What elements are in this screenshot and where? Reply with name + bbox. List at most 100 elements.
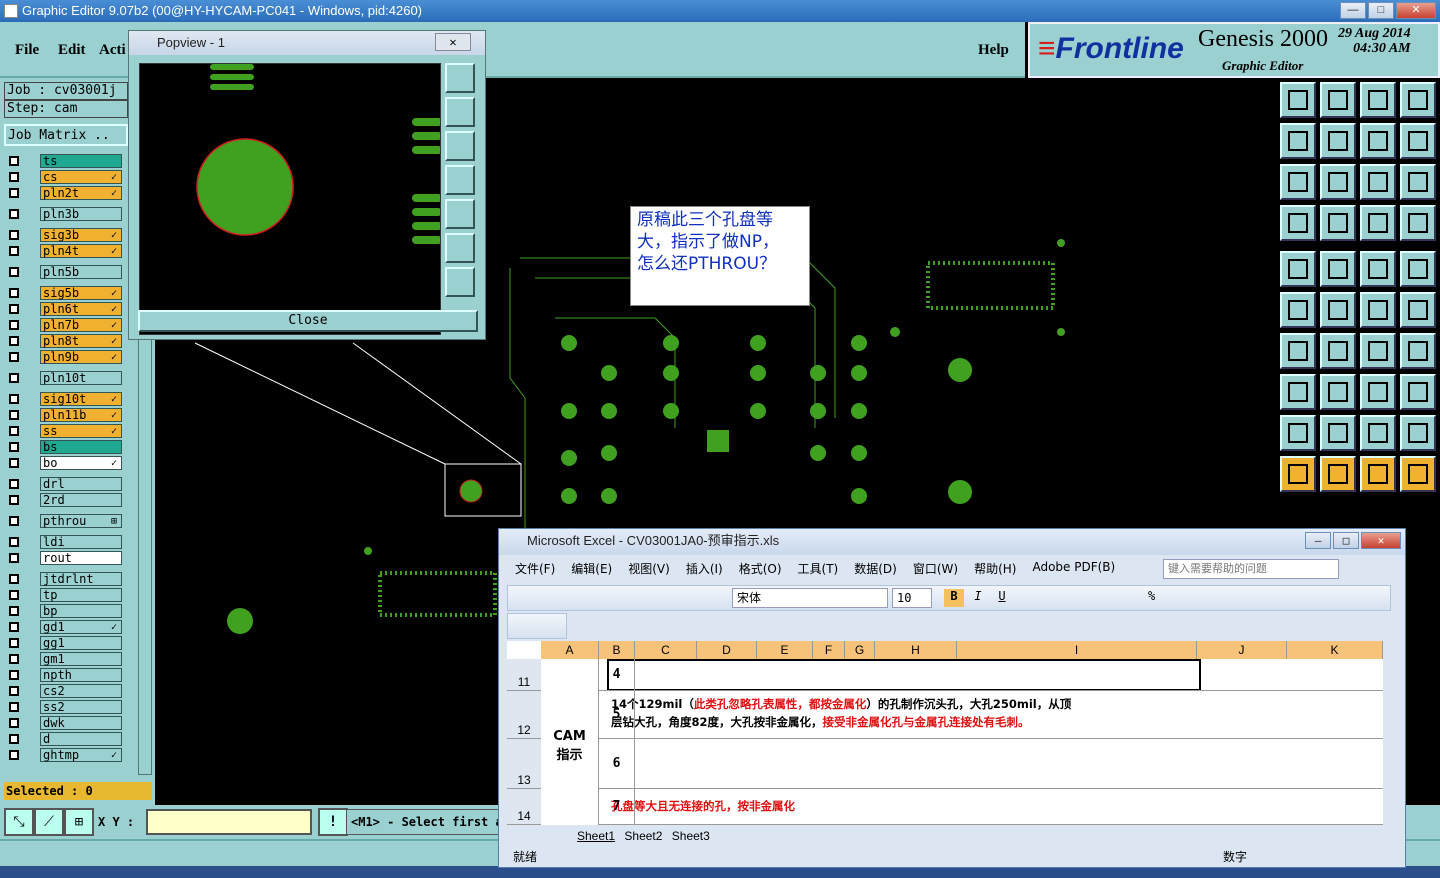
triangle-c-icon[interactable] <box>1360 415 1396 451</box>
grid-tool-icon[interactable]: ⊞ <box>64 808 94 836</box>
layer-checkbox[interactable] <box>9 458 19 468</box>
layer-name[interactable]: sig3b ✓ <box>40 228 122 242</box>
column-header[interactable]: F <box>813 641 845 659</box>
maximize-button[interactable]: □ <box>1368 2 1394 19</box>
layer-name[interactable]: ghtmp ✓ <box>40 748 122 762</box>
layer-checkbox[interactable] <box>9 373 19 383</box>
layer-row-sig5b[interactable]: sig5b ✓ <box>4 285 124 301</box>
spreadsheet-grid[interactable]: CAM 指示 14个129mil（此类孔忽略孔表属性，都按金属化）的孔制作沉头孔… <box>507 641 1383 825</box>
layer-checkbox[interactable] <box>9 352 19 362</box>
measure-tool-icon[interactable]: ⟋ <box>34 808 64 836</box>
layer-row-sig10t[interactable]: sig10t ✓ <box>4 391 124 407</box>
row-header[interactable]: 13 <box>507 739 541 789</box>
snap-b-icon[interactable] <box>1400 205 1436 241</box>
layer-name[interactable]: pthrou ⊞ <box>40 514 122 528</box>
layer-row-rout[interactable]: rout <box>4 550 124 566</box>
layer-row-pln4t[interactable]: pln4t ✓ <box>4 243 124 259</box>
layer-row-pln2t[interactable]: pln2t ✓ <box>4 185 124 201</box>
layer-checkbox[interactable] <box>9 246 19 256</box>
layer-name[interactable]: ss2 <box>40 700 122 714</box>
layer-checkbox[interactable] <box>9 670 19 680</box>
layer-name[interactable]: bs <box>40 440 122 454</box>
layer-checkbox[interactable] <box>9 209 19 219</box>
bold-button[interactable]: B <box>944 589 964 607</box>
layer-row-ghtmp[interactable]: ghtmp ✓ <box>4 747 124 763</box>
layer-name[interactable]: dwk <box>40 716 122 730</box>
warning-icon[interactable]: ! <box>318 808 348 836</box>
excel-menu-item[interactable]: 插入(I) <box>678 557 731 579</box>
excel-menu-item[interactable]: 编辑(E) <box>563 557 620 579</box>
fit-icon[interactable] <box>1320 164 1356 200</box>
xy-input[interactable] <box>146 809 312 835</box>
pan-up-icon[interactable] <box>1280 82 1316 118</box>
layer-checkbox[interactable] <box>9 172 19 182</box>
layer-row-cs2[interactable]: cs2 <box>4 683 124 699</box>
layer-row-cs[interactable]: cs ✓ <box>4 169 124 185</box>
layer-checkbox[interactable] <box>9 606 19 616</box>
excel-menu-item[interactable]: Adobe PDF(B) <box>1024 557 1123 579</box>
help-icon[interactable] <box>1400 164 1436 200</box>
excel-minimize-button[interactable]: — <box>1305 532 1331 549</box>
pv-pan-right-icon[interactable] <box>445 199 475 229</box>
layer-row-jtdrlnt[interactable]: jtdrlnt <box>4 571 124 587</box>
layer-row-drl[interactable]: drl <box>4 476 124 492</box>
ruler-icon[interactable] <box>1360 251 1396 287</box>
layer-name[interactable]: pln10t <box>40 371 122 385</box>
layer-checkbox[interactable] <box>9 267 19 277</box>
layer-row-ss2[interactable]: ss2 <box>4 699 124 715</box>
layer-name[interactable]: pln11b ✓ <box>40 408 122 422</box>
font-size-select[interactable]: 10 <box>892 588 932 608</box>
layer-name[interactable]: jtdrlnt <box>40 572 122 586</box>
layer-row-ss[interactable]: ss ✓ <box>4 423 124 439</box>
pv-pan-down-icon[interactable] <box>445 131 475 161</box>
popview-close-icon[interactable]: ✕ <box>435 33 471 51</box>
layer-checkbox[interactable] <box>9 230 19 240</box>
layer-checkbox[interactable] <box>9 336 19 346</box>
layer-checkbox[interactable] <box>9 288 19 298</box>
layer-row-bs[interactable]: bs <box>4 439 124 455</box>
excel-maximize-button[interactable]: □ <box>1333 532 1359 549</box>
layer-checkbox[interactable] <box>9 156 19 166</box>
swap-icon[interactable] <box>1400 123 1436 159</box>
row14-cell[interactable]: 孔盘等大且无连接的孔，按非金属化 <box>611 797 1191 815</box>
layer-row-d[interactable]: d <box>4 731 124 747</box>
pan-right-icon[interactable] <box>1320 123 1356 159</box>
arc2-icon[interactable] <box>1400 292 1436 328</box>
layer-row-pln11b[interactable]: pln11b ✓ <box>4 407 124 423</box>
layer-name[interactable]: gg1 <box>40 636 122 650</box>
layer-row-gm1[interactable]: gm1 <box>4 651 124 667</box>
layer-checkbox[interactable] <box>9 686 19 696</box>
layer-checkbox[interactable] <box>9 702 19 712</box>
pv-pan-left-icon[interactable] <box>445 165 475 195</box>
layer-row-sig3b[interactable]: sig3b ✓ <box>4 227 124 243</box>
layer-checkbox[interactable] <box>9 426 19 436</box>
selected-cell[interactable] <box>607 659 1201 691</box>
row-header[interactable]: 14 <box>507 789 541 825</box>
help-search-input[interactable]: 键入需要帮助的问题 <box>1163 559 1339 579</box>
layer-row-pln7b[interactable]: pln7b ✓ <box>4 317 124 333</box>
layer-name[interactable]: rout <box>40 551 122 565</box>
popview-canvas[interactable] <box>139 63 441 335</box>
layer-name[interactable]: cs ✓ <box>40 170 122 184</box>
popview-close-button[interactable]: Close <box>138 310 478 332</box>
zoom-fit-icon[interactable] <box>1360 123 1396 159</box>
select-box-icon[interactable] <box>1320 456 1356 492</box>
font-select[interactable]: 宋体 <box>732 588 888 608</box>
column-header[interactable]: C <box>635 641 697 659</box>
layer-name[interactable]: ts <box>40 154 122 168</box>
column-header[interactable]: I <box>957 641 1197 659</box>
b-cell[interactable]: 6 <box>599 739 635 789</box>
layer-row-tp[interactable]: tp <box>4 587 124 603</box>
line-icon[interactable] <box>1320 251 1356 287</box>
close-button[interactable]: ✕ <box>1396 2 1436 19</box>
column-header[interactable]: A <box>541 641 599 659</box>
layer-name[interactable]: 2rd <box>40 493 122 507</box>
mirror-icon[interactable] <box>1400 333 1436 369</box>
layer-name[interactable]: pln3b <box>40 207 122 221</box>
column-header[interactable]: K <box>1287 641 1383 659</box>
home-icon[interactable] <box>1360 82 1396 118</box>
tab-sheet1[interactable]: Sheet1 <box>577 829 615 843</box>
layer-row-ldi[interactable]: ldi <box>4 534 124 550</box>
excel-menu-item[interactable]: 窗口(W) <box>905 557 966 579</box>
distance-icon[interactable] <box>1360 374 1396 410</box>
